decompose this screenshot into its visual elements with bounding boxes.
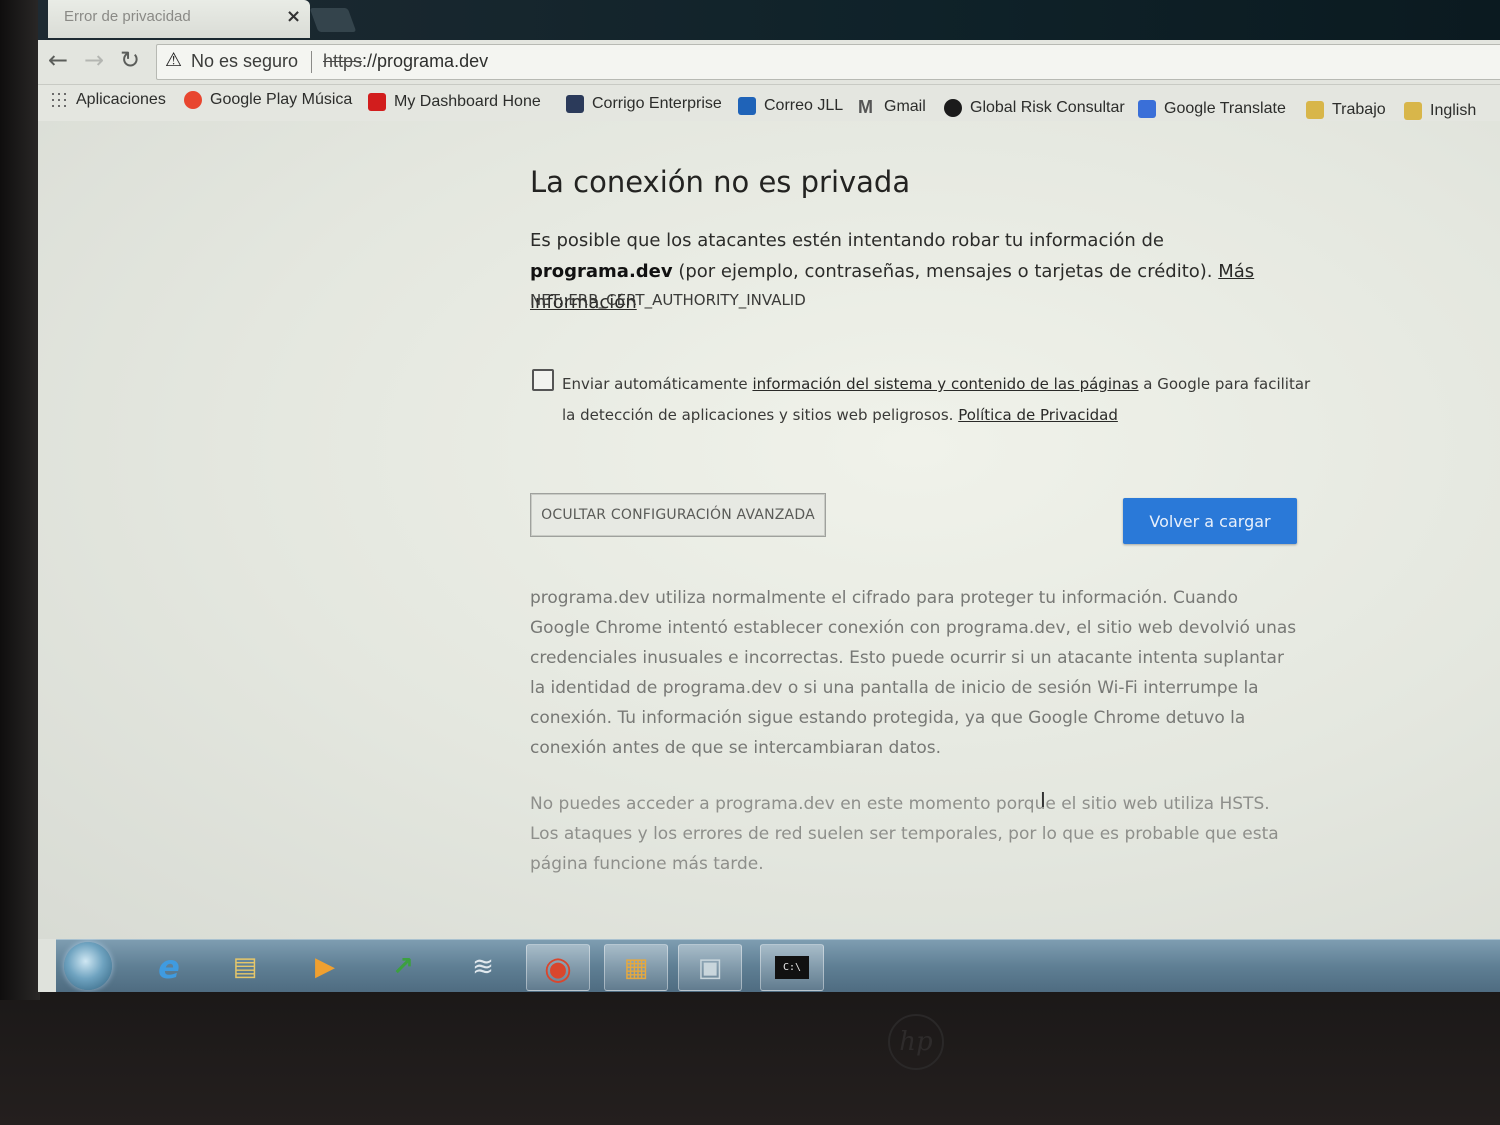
details-paragraph: programa.dev utiliza normalmente el cifr… <box>530 588 1297 758</box>
warning-icon[interactable]: ⚠ <box>165 49 182 71</box>
address-bar[interactable]: ⚠ No es seguro https://programa.dev <box>156 44 1500 80</box>
bookmark-trabajo[interactable]: Trabajo <box>1306 101 1386 119</box>
tab-strip: Error de privacidad × <box>38 0 1500 40</box>
taskbar-item[interactable]: ▶ <box>294 944 356 989</box>
intro-text: Es posible que los atacantes estén inten… <box>530 230 1164 251</box>
gmail-icon: M <box>858 97 873 117</box>
folder-icon <box>1306 101 1324 119</box>
page-title: La conexión no es privada <box>530 165 911 199</box>
start-button[interactable] <box>64 942 112 990</box>
play-music-icon <box>184 91 202 109</box>
bookmark-google-translate[interactable]: Google Translate <box>1138 100 1286 118</box>
translate-icon <box>1138 100 1156 118</box>
bookmark-label: Trabajo <box>1332 101 1386 118</box>
forward-arrow-icon[interactable]: → <box>84 46 104 74</box>
intro-text-continued: (por ejemplo, contraseñas, mensajes o ta… <box>672 261 1219 282</box>
bookmark-label: Corrigo Enterprise <box>592 95 722 112</box>
app-tile-icon: ▦ <box>623 952 649 983</box>
tab-title: Error de privacidad <box>64 8 191 25</box>
privacy-policy-link[interactable]: Política de Privacidad <box>958 406 1118 424</box>
bookmark-correo-jll[interactable]: Correo JLL <box>738 97 843 115</box>
bookmark-label: Aplicaciones <box>76 91 166 108</box>
url-host: ://programa.dev <box>362 51 489 71</box>
taskbar-item[interactable]: ▤ <box>214 944 276 989</box>
taskbar-item[interactable]: ≋ <box>452 944 514 989</box>
bookmark-label: Gmail <box>884 98 926 115</box>
file-explorer-icon: ▤ <box>232 951 258 982</box>
apps-grid-icon <box>50 91 68 109</box>
bookmark-global-risk[interactable]: Global Risk Consultar <box>944 99 1125 117</box>
send-report-checkbox[interactable] <box>532 369 554 391</box>
taskbar-item-active[interactable]: ▣ <box>678 944 742 991</box>
corrigo-icon <box>566 95 584 113</box>
bookmark-label: Google Translate <box>1164 100 1286 117</box>
honeywell-icon <box>368 93 386 111</box>
bookmarks-bar: Aplicaciones Google Play Música My Dashb… <box>38 85 1500 121</box>
url-text[interactable]: https://programa.dev <box>323 51 488 72</box>
taskbar-item-active[interactable]: ▦ <box>604 944 668 991</box>
taskbar-item[interactable]: e <box>138 944 200 989</box>
bookmark-google-play-musica[interactable]: Google Play Música <box>184 91 352 109</box>
security-status[interactable]: No es seguro <box>191 51 298 72</box>
hp-logo: hp <box>888 1014 944 1070</box>
text-cursor-icon: I <box>1040 788 1046 812</box>
reload-icon[interactable]: ↻ <box>120 46 140 74</box>
taskbar-item-active[interactable]: C:\ <box>760 944 824 991</box>
bookmark-corrigo[interactable]: Corrigo Enterprise <box>566 95 722 113</box>
bookmark-label: Inglish <box>1430 102 1477 119</box>
folder-icon <box>1404 102 1422 120</box>
screen-edge-shadow <box>0 0 40 1000</box>
tab-privacy-error[interactable]: Error de privacidad × <box>48 0 310 38</box>
outlook-icon <box>738 97 756 115</box>
taskbar-item-active[interactable]: ◉ <box>526 944 590 991</box>
bookmark-aplicaciones[interactable]: Aplicaciones <box>50 91 166 109</box>
command-prompt-icon: C:\ <box>774 956 810 979</box>
stock-chart-icon: ↗ <box>392 951 414 982</box>
bookmark-gmail[interactable]: M Gmail <box>858 98 926 116</box>
taskbar-item[interactable]: ↗ <box>372 944 434 989</box>
new-tab-button[interactable] <box>309 8 357 32</box>
bookmark-label: Correo JLL <box>764 97 844 114</box>
system-info-link[interactable]: información del sistema y contenido de l… <box>752 375 1138 393</box>
notes-icon: ▣ <box>697 952 723 983</box>
bookmark-label: Global Risk Consultar <box>970 99 1125 116</box>
hide-advanced-button[interactable]: OCULTAR CONFIGURACIÓN AVANZADA <box>530 493 826 537</box>
bookmark-label: Google Play Música <box>210 91 353 108</box>
close-icon[interactable]: × <box>286 6 301 27</box>
browser-toolbar: ← → ↻ ⚠ No es seguro https://programa.de… <box>38 40 1500 85</box>
global-risk-icon <box>944 99 962 117</box>
wireless-icon: ≋ <box>472 951 494 982</box>
internet-explorer-icon: e <box>158 947 180 986</box>
reload-button[interactable]: Volver a cargar <box>1123 498 1297 544</box>
bookmark-label: My Dashboard Hone <box>394 93 541 110</box>
screen: Error de privacidad × ← → ↻ ⚠ No es segu… <box>38 0 1500 992</box>
checkbox-text: Enviar automáticamente <box>562 375 753 393</box>
bookmark-inglish[interactable]: Inglish <box>1404 102 1476 120</box>
interstitial-page: La conexión no es privada Es posible que… <box>38 121 1500 939</box>
error-code: NET::ERR_CERT_AUTHORITY_INVALID <box>530 291 806 309</box>
back-arrow-icon[interactable]: ← <box>48 46 68 74</box>
url-scheme: https <box>323 51 363 71</box>
media-player-icon: ▶ <box>315 951 335 982</box>
address-separator <box>311 51 312 73</box>
hsts-paragraph: No puedes acceder a programa.dev en este… <box>530 794 1279 874</box>
intro-domain: programa.dev <box>530 261 673 282</box>
send-report-label: Enviar automáticamente información del s… <box>562 369 1312 431</box>
windows-taskbar: e ▤ ▶ ↗ ≋ ◉ ▦ ▣ C:\ <box>56 939 1500 992</box>
chrome-icon: ◉ <box>544 948 572 987</box>
bookmark-my-dashboard[interactable]: My Dashboard Hone <box>368 93 541 111</box>
